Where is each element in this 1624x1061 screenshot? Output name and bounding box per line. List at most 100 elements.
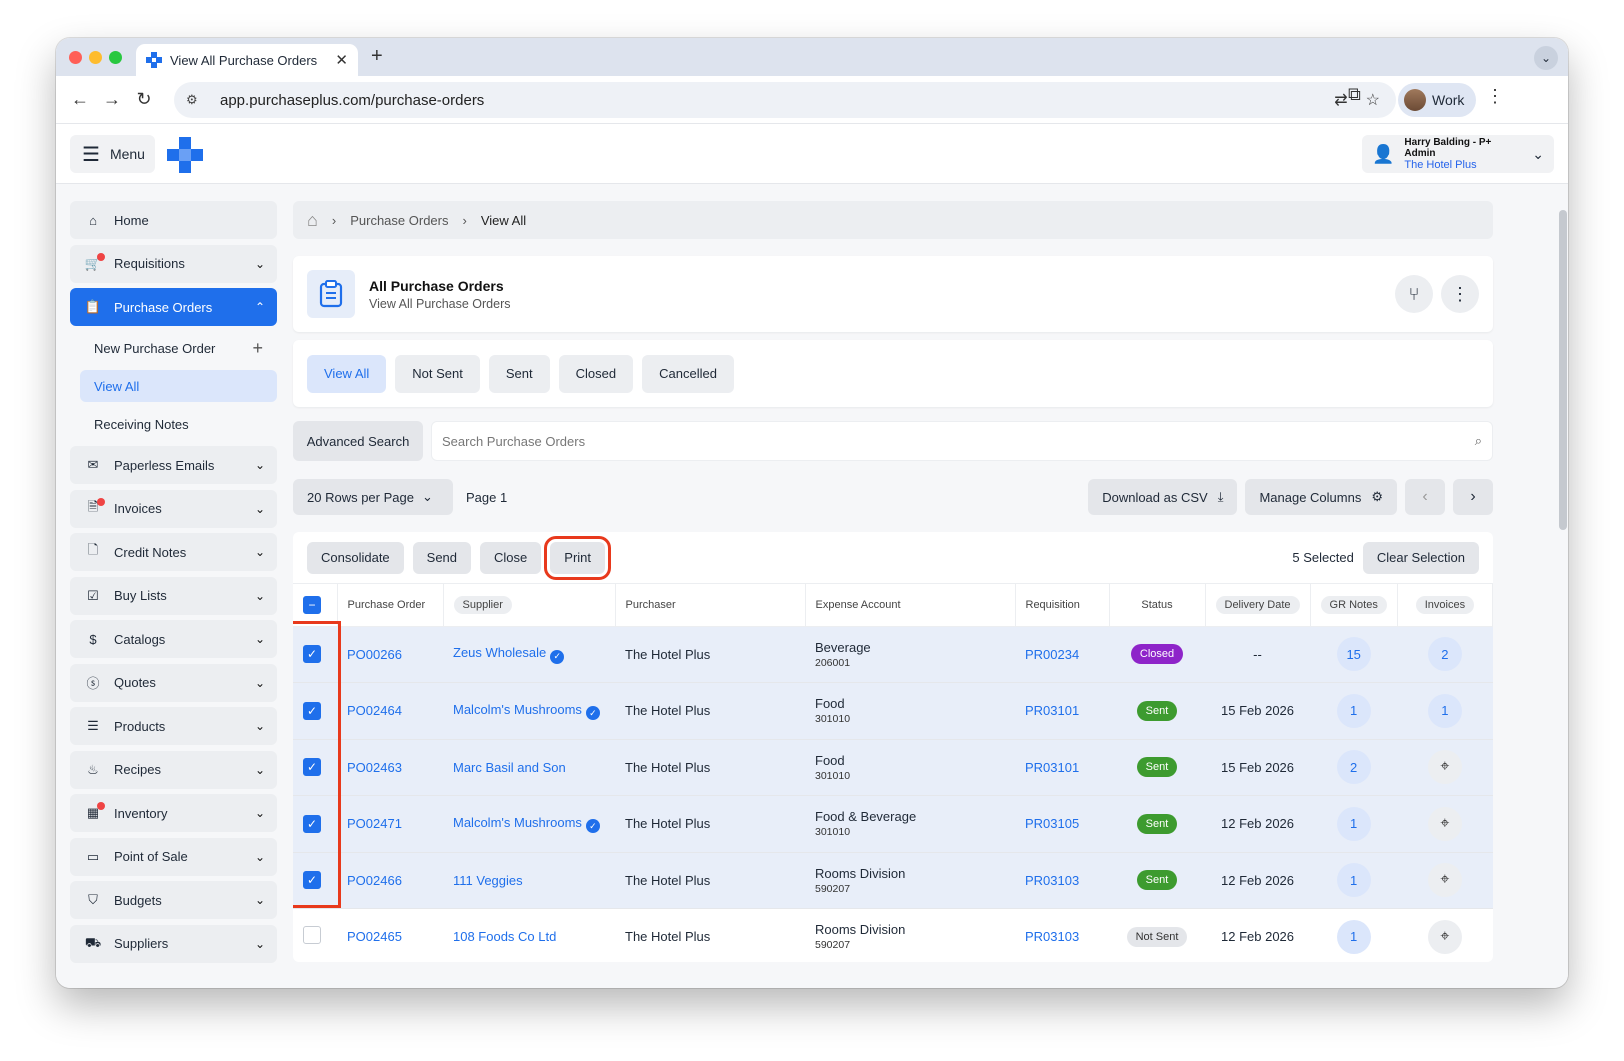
col-status[interactable]: Status bbox=[1109, 584, 1206, 627]
invoices-count[interactable]: 1 bbox=[1427, 693, 1462, 728]
forward-icon[interactable]: → bbox=[96, 84, 128, 116]
next-page-button[interactable]: › bbox=[1453, 479, 1493, 515]
print-button[interactable]: Print bbox=[544, 535, 611, 580]
col-purchaser[interactable]: Purchaser bbox=[615, 584, 806, 627]
po-link[interactable]: PO02465 bbox=[347, 929, 402, 944]
requisition-link[interactable]: PR03103 bbox=[1025, 929, 1079, 944]
table-row[interactable]: ✓ PO02463 Marc Basil and Son The Hotel P… bbox=[293, 739, 1493, 796]
supplier-link[interactable]: 108 Foods Co Ltd bbox=[453, 929, 556, 944]
sidebar-item-home[interactable]: ⌂ Home bbox=[70, 201, 277, 239]
address-bar[interactable]: ⚙ app.purchaseplus.com/purchase-orders ⇄… bbox=[174, 82, 1396, 118]
table-row[interactable]: ✓ PO02466 111 Veggies The Hotel Plus Roo… bbox=[293, 852, 1493, 909]
add-invoice-crosshair-icon[interactable]: ⌖ bbox=[1427, 750, 1462, 785]
requisition-link[interactable]: PR00234 bbox=[1025, 647, 1079, 662]
close-button[interactable]: Close bbox=[480, 541, 542, 574]
prev-page-button[interactable]: ‹ bbox=[1405, 479, 1445, 515]
gr-notes-count[interactable]: 15 bbox=[1336, 637, 1371, 672]
workflow-button[interactable]: ⑂ bbox=[1395, 275, 1433, 313]
sidebar-item-inventory[interactable]: ▦ Inventory ⌄ bbox=[70, 794, 277, 832]
filter-sent[interactable]: Sent bbox=[488, 354, 550, 393]
rows-per-page-select[interactable]: 20 Rows per Page ⌄ bbox=[293, 479, 453, 515]
po-link[interactable]: PO02471 bbox=[347, 816, 402, 831]
add-invoice-crosshair-icon[interactable]: ⌖ bbox=[1427, 863, 1462, 898]
sidebar-item-suppliers[interactable]: ⛟ Suppliers ⌄ bbox=[70, 924, 277, 963]
col-supplier[interactable]: Supplier bbox=[443, 584, 616, 627]
reload-icon[interactable]: ↻ bbox=[128, 84, 160, 116]
col-gr-notes[interactable]: GR Notes bbox=[1310, 584, 1398, 627]
close-window-button[interactable] bbox=[69, 51, 82, 64]
more-options-button[interactable]: ⋮ bbox=[1441, 275, 1479, 313]
sidebar-item-catalogs[interactable]: $ Catalogs ⌄ bbox=[70, 620, 277, 658]
po-link[interactable]: PO02464 bbox=[347, 703, 402, 718]
add-invoice-crosshair-icon[interactable]: ⌖ bbox=[1427, 919, 1462, 954]
sidebar-item-credit-notes[interactable]: 🗋 Credit Notes ⌄ bbox=[70, 533, 277, 571]
po-link[interactable]: PO02466 bbox=[347, 873, 402, 888]
search-icon[interactable]: ⌕ bbox=[1475, 433, 1482, 449]
gr-notes-count[interactable]: 1 bbox=[1336, 863, 1371, 898]
search-input[interactable]: Search Purchase Orders ⌕ bbox=[431, 421, 1493, 461]
sidebar-sub-receiving-notes[interactable]: Receiving Notes bbox=[80, 408, 277, 440]
filter-view-all[interactable]: View All bbox=[307, 354, 387, 393]
send-button[interactable]: Send bbox=[412, 541, 472, 574]
gr-notes-count[interactable]: 1 bbox=[1336, 693, 1371, 728]
requisition-link[interactable]: PR03101 bbox=[1025, 760, 1079, 775]
gr-notes-count[interactable]: 1 bbox=[1336, 806, 1371, 841]
close-tab-icon[interactable]: ✕ bbox=[335, 51, 348, 69]
col-expense-account[interactable]: Expense Account bbox=[805, 584, 1016, 627]
filter-cancelled[interactable]: Cancelled bbox=[642, 354, 734, 393]
table-row[interactable]: PO02465 108 Foods Co Ltd The Hotel Plus … bbox=[293, 908, 1493, 962]
sidebar-item-invoices[interactable]: 🗎 Invoices ⌄ bbox=[70, 489, 277, 528]
requisition-link[interactable]: PR03101 bbox=[1025, 703, 1079, 718]
add-invoice-crosshair-icon[interactable]: ⌖ bbox=[1427, 806, 1462, 841]
table-row[interactable]: ✓ PO00266 Zeus Wholesale ✓ The Hotel Plus… bbox=[293, 626, 1493, 683]
invoices-count[interactable]: 2 bbox=[1427, 637, 1462, 672]
sidebar-item-buy-lists[interactable]: ☑ Buy Lists ⌄ bbox=[70, 576, 277, 615]
manage-columns-button[interactable]: Manage Columns ⚙ bbox=[1245, 479, 1397, 515]
sidebar-item-products[interactable]: ☰ Products ⌄ bbox=[70, 707, 277, 745]
download-csv-button[interactable]: Download as CSV ⤓ bbox=[1088, 479, 1238, 515]
menu-button[interactable]: ☰ Menu bbox=[70, 135, 155, 173]
sidebar-item-paperless-emails[interactable]: ✉ Paperless Emails ⌄ bbox=[70, 446, 277, 484]
filter-not-sent[interactable]: Not Sent bbox=[395, 354, 480, 393]
browser-menu-icon[interactable]: ⋮ bbox=[1486, 86, 1504, 107]
po-link[interactable]: PO00266 bbox=[347, 647, 402, 662]
requisition-link[interactable]: PR03105 bbox=[1025, 816, 1079, 831]
col-invoices[interactable]: Invoices bbox=[1397, 584, 1493, 627]
filter-closed[interactable]: Closed bbox=[558, 354, 634, 393]
sidebar-item-purchase-orders[interactable]: 📋 Purchase Orders ⌃ bbox=[70, 288, 277, 326]
sidebar-item-recipes[interactable]: ♨ Recipes ⌄ bbox=[70, 750, 277, 789]
sidebar-item-point-of-sale[interactable]: ▭ Point of Sale ⌄ bbox=[70, 837, 277, 876]
minimize-window-button[interactable] bbox=[89, 51, 102, 64]
new-tab-icon[interactable]: + bbox=[371, 45, 383, 68]
select-all-checkbox[interactable]: − bbox=[303, 595, 321, 614]
col-delivery-date[interactable]: Delivery Date bbox=[1205, 584, 1311, 627]
sidebar-item-budgets[interactable]: ⛉ Budgets ⌄ bbox=[70, 881, 277, 919]
extensions-icon[interactable]: ⧉ bbox=[1348, 84, 1361, 105]
profile-button[interactable]: Work bbox=[1398, 83, 1476, 117]
clear-selection-button[interactable]: Clear Selection bbox=[1362, 541, 1479, 574]
home-icon[interactable]: ⌂ bbox=[307, 210, 318, 231]
po-link[interactable]: PO02463 bbox=[347, 760, 402, 775]
translate-icon[interactable]: ⇄ bbox=[1334, 90, 1347, 110]
row-checkbox[interactable] bbox=[303, 926, 321, 945]
supplier-link[interactable]: Zeus Wholesale bbox=[453, 645, 546, 660]
supplier-link[interactable]: Malcolm's Mushrooms bbox=[453, 702, 582, 717]
site-settings-icon[interactable]: ⚙ bbox=[186, 92, 206, 108]
sidebar-item-requisitions[interactable]: 🛒 Requisitions ⌄ bbox=[70, 244, 277, 283]
table-row[interactable]: ✓ PO02471 Malcolm's Mushrooms ✓ The Hotel… bbox=[293, 795, 1493, 853]
browser-tab[interactable]: View All Purchase Orders ✕ bbox=[136, 44, 358, 76]
gr-notes-count[interactable]: 1 bbox=[1336, 919, 1371, 954]
plus-icon[interactable]: + bbox=[252, 338, 263, 359]
table-row[interactable]: ✓ PO02464 Malcolm's Mushrooms ✓ The Hotel… bbox=[293, 682, 1493, 740]
page-scrollbar[interactable] bbox=[1559, 210, 1567, 530]
bookmark-star-icon[interactable]: ☆ bbox=[1366, 90, 1380, 110]
col-requisition[interactable]: Requisition bbox=[1015, 584, 1110, 627]
back-icon[interactable]: ← bbox=[64, 84, 96, 116]
maximize-window-button[interactable] bbox=[109, 51, 122, 64]
gr-notes-count[interactable]: 2 bbox=[1336, 750, 1371, 785]
col-purchase-order[interactable]: Purchase Order bbox=[337, 584, 444, 627]
supplier-link[interactable]: 111 Veggies bbox=[453, 873, 523, 888]
sidebar-sub-new-purchase-order[interactable]: New Purchase Order + bbox=[80, 332, 277, 364]
user-menu[interactable]: 👤 Harry Balding - P+ Admin The Hotel Plu… bbox=[1362, 135, 1554, 173]
sidebar-sub-view-all[interactable]: View All bbox=[80, 370, 277, 402]
